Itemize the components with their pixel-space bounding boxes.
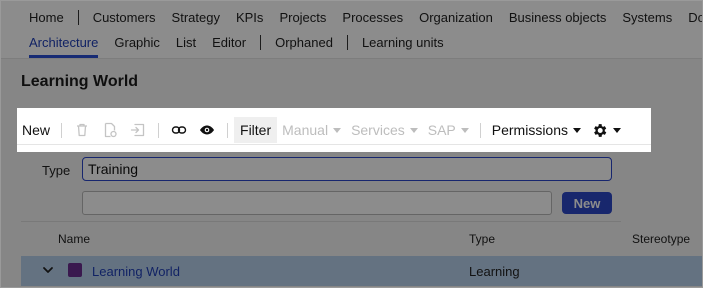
divider bbox=[21, 221, 621, 222]
row-name-link[interactable]: Learning World bbox=[92, 264, 180, 279]
top-navigation: Home Customers Strategy KPIs Projects Pr… bbox=[1, 1, 702, 59]
nav-organization[interactable]: Organization bbox=[411, 10, 501, 25]
caret-down-icon bbox=[333, 127, 342, 133]
permissions-label: Permissions bbox=[491, 122, 569, 138]
caret-down-icon bbox=[409, 127, 418, 133]
nav-home[interactable]: Home bbox=[21, 10, 72, 25]
caret-down-icon bbox=[460, 127, 469, 133]
nav-divider bbox=[346, 34, 348, 50]
sap-label: SAP bbox=[427, 122, 456, 138]
toolbar-divider bbox=[158, 122, 160, 138]
toolbar-divider bbox=[61, 122, 63, 138]
link-icon[interactable] bbox=[165, 117, 193, 143]
caret-down-icon bbox=[613, 127, 622, 133]
column-header-type[interactable]: Type bbox=[469, 232, 495, 246]
secondary-nav: Architecture Graphic List Editor Orphane… bbox=[21, 33, 452, 58]
content-area: Learning World Type New Name Type Stereo… bbox=[1, 59, 702, 287]
nav-divider bbox=[77, 9, 79, 25]
tab-graphic[interactable]: Graphic bbox=[106, 35, 168, 50]
nav-kpis[interactable]: KPIs bbox=[228, 10, 271, 25]
nav-processes[interactable]: Processes bbox=[334, 10, 411, 25]
toolbar-divider bbox=[479, 122, 481, 138]
page-title: Learning World bbox=[21, 73, 139, 90]
type-input[interactable] bbox=[82, 157, 612, 181]
settings-dropdown[interactable] bbox=[586, 117, 626, 143]
sap-dropdown[interactable]: SAP bbox=[423, 117, 474, 143]
move-into-icon[interactable] bbox=[124, 117, 152, 143]
nav-customers[interactable]: Customers bbox=[85, 10, 164, 25]
services-dropdown[interactable]: Services bbox=[346, 117, 423, 143]
toolbar-divider bbox=[227, 122, 229, 138]
services-label: Services bbox=[351, 122, 405, 138]
divider bbox=[17, 144, 651, 145]
tab-architecture[interactable]: Architecture bbox=[21, 35, 106, 58]
document-settings-icon[interactable] bbox=[96, 117, 124, 143]
create-new-button[interactable]: New bbox=[562, 192, 612, 214]
row-type: Learning bbox=[469, 264, 520, 279]
toolbar: New Filter Manual Services SAP Permissio… bbox=[17, 117, 651, 143]
nav-docu[interactable]: Docu bbox=[680, 10, 702, 25]
name-input[interactable] bbox=[82, 191, 552, 215]
type-label: Type bbox=[42, 163, 71, 178]
nav-strategy[interactable]: Strategy bbox=[164, 10, 228, 25]
tab-orphaned[interactable]: Orphaned bbox=[267, 35, 341, 50]
learning-object-icon bbox=[68, 263, 82, 277]
column-header-stereotype[interactable]: Stereotype bbox=[632, 232, 690, 246]
tab-list[interactable]: List bbox=[168, 35, 204, 50]
permissions-dropdown[interactable]: Permissions bbox=[487, 117, 586, 143]
filter-button[interactable]: Filter bbox=[234, 117, 278, 143]
nav-business-objects[interactable]: Business objects bbox=[501, 10, 615, 25]
gear-icon bbox=[594, 123, 607, 137]
primary-nav: Home Customers Strategy KPIs Projects Pr… bbox=[21, 8, 702, 26]
tab-learning-units[interactable]: Learning units bbox=[354, 35, 452, 50]
new-button[interactable]: New bbox=[17, 117, 55, 143]
table-row[interactable]: Learning World Learning bbox=[21, 256, 702, 286]
eye-icon[interactable] bbox=[193, 117, 221, 143]
caret-down-icon bbox=[573, 127, 582, 133]
trash-icon[interactable] bbox=[68, 117, 96, 143]
column-header-name[interactable]: Name bbox=[58, 232, 90, 246]
tab-editor[interactable]: Editor bbox=[204, 35, 254, 50]
toolbar-highlight: New Filter Manual Services SAP Permissio… bbox=[17, 108, 651, 152]
nav-projects[interactable]: Projects bbox=[271, 10, 334, 25]
manual-label: Manual bbox=[282, 122, 329, 138]
chevron-down-icon[interactable] bbox=[41, 263, 55, 277]
nav-systems[interactable]: Systems bbox=[614, 10, 680, 25]
main-window: Home Customers Strategy KPIs Projects Pr… bbox=[0, 0, 703, 288]
nav-divider bbox=[260, 34, 262, 50]
manual-dropdown[interactable]: Manual bbox=[277, 117, 346, 143]
